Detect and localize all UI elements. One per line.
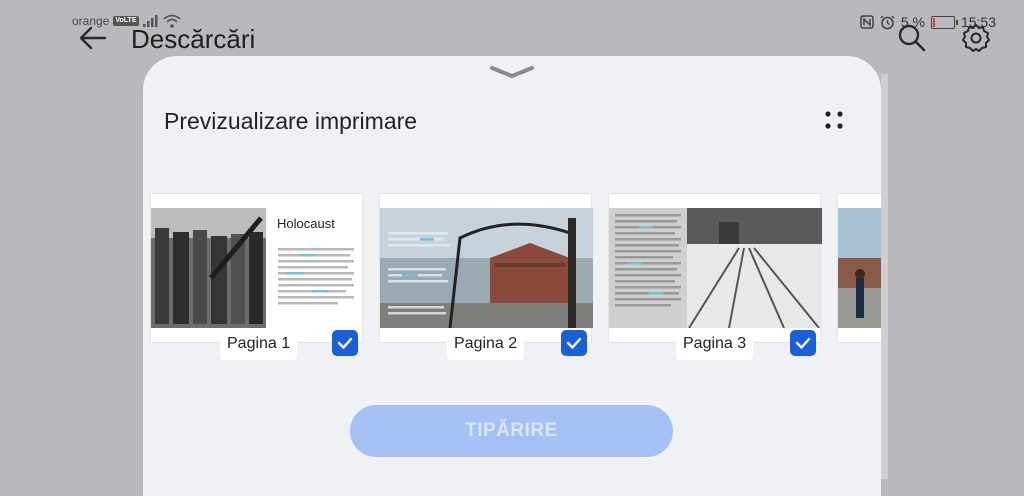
app-title: Descărcări [131,24,256,54]
page-3-preview [609,208,822,328]
page-label-2: Pagina 2 [447,328,525,360]
check-icon [795,337,811,349]
check-icon [337,337,353,349]
page-4-preview [838,208,881,328]
page-1-heading: Holocaust [277,216,335,231]
four-dots-icon[interactable] [824,110,844,130]
page-thumbnails: Holocaust Pagina 1 Pagina 2 Pagina 3 [150,193,881,368]
page-thumbnail-4[interactable] [837,193,881,343]
check-icon [566,337,582,349]
alarm-icon [880,15,895,29]
background-edge [881,74,888,479]
page-label-3: Pagina 3 [676,328,754,360]
nfc-icon [860,15,874,29]
page-3-checkbox[interactable] [790,330,816,356]
chevron-down-icon[interactable] [488,64,536,80]
arrow-left-icon[interactable] [78,24,108,52]
page-2-preview [380,208,593,328]
page-2-checkbox[interactable] [561,330,587,356]
print-button[interactable]: TIPĂRIRE [350,405,673,457]
page-label-1: Pagina 1 [220,328,298,360]
page-thumbnail-3[interactable] [608,193,822,343]
print-preview-sheet: Previzualizare imprimare Holocaust Pagin… [143,56,881,496]
search-icon[interactable] [896,22,928,54]
page-thumbnail-2[interactable] [379,193,593,343]
page-thumbnail-1[interactable]: Holocaust [150,193,363,343]
battery-icon [930,15,958,29]
page-1-checkbox[interactable] [332,330,358,356]
sheet-title: Previzualizare imprimare [164,108,418,134]
gear-icon[interactable] [960,22,992,54]
